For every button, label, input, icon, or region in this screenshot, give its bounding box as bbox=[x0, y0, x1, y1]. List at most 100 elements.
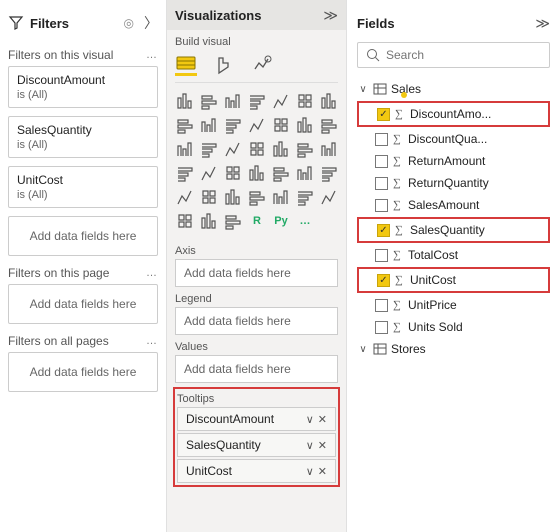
field-checkbox[interactable] bbox=[375, 155, 388, 168]
field-row[interactable]: ∑Units Sold bbox=[357, 316, 550, 338]
visual-type-icon[interactable] bbox=[247, 91, 267, 111]
visual-type-icon[interactable] bbox=[223, 115, 243, 135]
field-checkbox[interactable] bbox=[375, 133, 388, 146]
collapse-vis-icon[interactable]: ≫ bbox=[323, 7, 338, 24]
add-all-filter-well[interactable]: Add data fields here bbox=[8, 352, 158, 392]
field-checkbox[interactable]: ✓ bbox=[377, 108, 390, 121]
field-row[interactable]: ∑SalesAmount bbox=[357, 194, 550, 216]
visual-type-icon[interactable] bbox=[223, 187, 243, 207]
more-icon[interactable]: … bbox=[146, 335, 158, 347]
field-row[interactable]: ✓∑DiscountAmo... bbox=[359, 103, 548, 125]
chevron-down-icon[interactable]: ∨ bbox=[306, 413, 314, 426]
field-checkbox[interactable] bbox=[375, 199, 388, 212]
visual-type-icon[interactable] bbox=[223, 211, 243, 231]
visual-type-icon[interactable] bbox=[175, 91, 195, 111]
visual-type-icon[interactable] bbox=[295, 91, 315, 111]
build-tab[interactable] bbox=[175, 54, 197, 76]
filter-name: DiscountAmount bbox=[17, 73, 149, 87]
remove-icon[interactable]: ✕ bbox=[318, 465, 327, 478]
field-row[interactable]: ∑ReturnQuantity bbox=[357, 172, 550, 194]
sigma-icon: ∑ bbox=[393, 249, 403, 261]
more-icon[interactable]: … bbox=[146, 267, 158, 279]
field-row[interactable]: ✓∑UnitCost bbox=[359, 269, 548, 291]
field-checkbox[interactable] bbox=[375, 249, 388, 262]
field-checkbox[interactable]: ✓ bbox=[377, 224, 390, 237]
eye-icon[interactable]: ◎ bbox=[124, 16, 134, 30]
visual-type-icon[interactable] bbox=[247, 139, 267, 159]
visual-type-icon[interactable] bbox=[199, 115, 219, 135]
field-row[interactable]: ∑TotalCost bbox=[357, 244, 550, 266]
visual-type-icon[interactable] bbox=[175, 211, 195, 231]
field-checkbox[interactable]: ✓ bbox=[377, 274, 390, 287]
search-input[interactable] bbox=[386, 48, 541, 62]
visual-type-icon[interactable] bbox=[319, 115, 339, 135]
table-row[interactable]: ∨Stores bbox=[357, 338, 550, 360]
filter-card[interactable]: UnitCostis (All) bbox=[8, 166, 158, 208]
tooltip-field[interactable]: DiscountAmount∨✕ bbox=[177, 407, 336, 431]
tooltip-field[interactable]: UnitCost∨✕ bbox=[177, 459, 336, 483]
visual-type-icon[interactable] bbox=[319, 91, 339, 111]
tooltip-field[interactable]: SalesQuantity∨✕ bbox=[177, 433, 336, 457]
filter-card[interactable]: DiscountAmountis (All) bbox=[8, 66, 158, 108]
visual-type-icon[interactable] bbox=[295, 187, 315, 207]
field-name: SalesAmount bbox=[408, 198, 550, 212]
visual-type-icon[interactable] bbox=[199, 211, 219, 231]
field-row[interactable]: ∑ReturnAmount bbox=[357, 150, 550, 172]
visual-type-icon[interactable] bbox=[319, 163, 339, 183]
analytics-tab[interactable] bbox=[251, 54, 273, 76]
visual-type-icon[interactable] bbox=[295, 163, 315, 183]
visual-type-icon[interactable] bbox=[271, 163, 291, 183]
visual-type-icon[interactable]: … bbox=[295, 211, 315, 231]
visual-type-icon[interactable]: R bbox=[247, 211, 267, 231]
visual-type-icon[interactable] bbox=[247, 187, 267, 207]
axis-well[interactable]: Add data fields here bbox=[175, 259, 338, 287]
visual-type-icon[interactable] bbox=[295, 115, 315, 135]
visual-type-icon[interactable]: Py bbox=[271, 211, 291, 231]
visual-type-icon[interactable] bbox=[175, 115, 195, 135]
visual-type-icon[interactable] bbox=[271, 187, 291, 207]
field-row[interactable]: ∑DiscountQua... bbox=[357, 128, 550, 150]
field-row[interactable]: ✓∑SalesQuantity bbox=[359, 219, 548, 241]
visual-type-icon[interactable] bbox=[199, 163, 219, 183]
visual-type-icon[interactable] bbox=[199, 187, 219, 207]
visual-type-icon[interactable] bbox=[271, 139, 291, 159]
axis-label: Axis bbox=[175, 245, 338, 257]
collapse-filters-icon[interactable]: 〉 bbox=[144, 13, 158, 33]
collapse-fields-icon[interactable]: ≫ bbox=[535, 15, 550, 32]
visual-type-icon[interactable] bbox=[247, 163, 267, 183]
chevron-down-icon[interactable]: ∨ bbox=[306, 439, 314, 452]
table-row[interactable]: ∨Sales bbox=[357, 78, 550, 100]
visual-type-icon[interactable] bbox=[223, 139, 243, 159]
filters-on-all-label: Filters on all pages… bbox=[8, 334, 158, 348]
field-checkbox[interactable] bbox=[375, 299, 388, 312]
visual-type-icon[interactable] bbox=[175, 187, 195, 207]
add-page-filter-well[interactable]: Add data fields here bbox=[8, 284, 158, 324]
field-checkbox[interactable] bbox=[375, 321, 388, 334]
more-icon[interactable]: … bbox=[146, 49, 158, 61]
field-row[interactable]: ∑UnitPrice bbox=[357, 294, 550, 316]
add-visual-filter-well[interactable]: Add data fields here bbox=[8, 216, 158, 256]
visual-type-icon[interactable] bbox=[199, 91, 219, 111]
chevron-icon: ∨ bbox=[357, 344, 369, 355]
remove-icon[interactable]: ✕ bbox=[318, 439, 327, 452]
chevron-down-icon[interactable]: ∨ bbox=[306, 465, 314, 478]
values-well[interactable]: Add data fields here bbox=[175, 355, 338, 383]
field-checkbox[interactable] bbox=[375, 177, 388, 190]
search-icon bbox=[366, 48, 380, 62]
visual-type-icon[interactable] bbox=[271, 115, 291, 135]
fields-search[interactable] bbox=[357, 42, 550, 68]
visual-type-icon[interactable] bbox=[175, 139, 195, 159]
visual-type-icon[interactable] bbox=[223, 91, 243, 111]
format-tab[interactable] bbox=[213, 54, 235, 76]
visual-type-icon[interactable] bbox=[247, 115, 267, 135]
visual-type-icon[interactable] bbox=[295, 139, 315, 159]
filter-card[interactable]: SalesQuantityis (All) bbox=[8, 116, 158, 158]
visual-type-icon[interactable] bbox=[271, 91, 291, 111]
legend-well[interactable]: Add data fields here bbox=[175, 307, 338, 335]
visual-type-icon[interactable] bbox=[175, 163, 195, 183]
visual-type-icon[interactable] bbox=[223, 163, 243, 183]
visual-type-icon[interactable] bbox=[199, 139, 219, 159]
visual-type-icon[interactable] bbox=[319, 139, 339, 159]
remove-icon[interactable]: ✕ bbox=[318, 413, 327, 426]
visual-type-icon[interactable] bbox=[319, 187, 339, 207]
